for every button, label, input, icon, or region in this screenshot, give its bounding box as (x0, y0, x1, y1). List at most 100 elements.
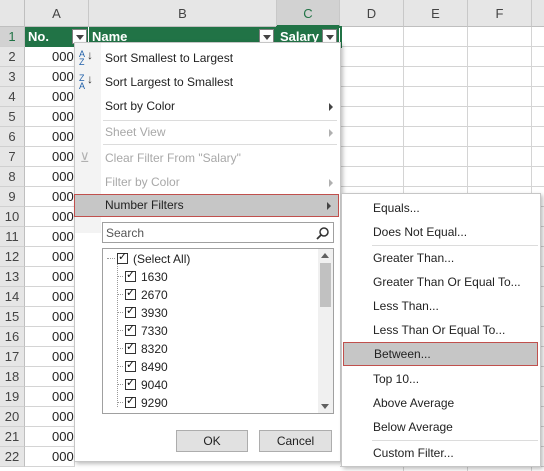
list-item[interactable]: 8320 (117, 340, 307, 358)
cell-a[interactable]: 000 (25, 287, 75, 307)
submenu-item-equals[interactable]: Equals... (342, 196, 540, 220)
row-header[interactable]: 13 (0, 267, 25, 287)
submenu-item-custom-filter[interactable]: Custom Filter... (342, 441, 540, 465)
cell-a[interactable]: 000 (25, 87, 75, 107)
submenu-item-above-average[interactable]: Above Average (342, 391, 540, 415)
submenu-item-label: Custom Filter... (373, 446, 454, 460)
cell-a[interactable]: 000 (25, 387, 75, 407)
submenu-item-less-equal[interactable]: Less Than Or Equal To... (342, 318, 540, 342)
checkbox[interactable] (125, 304, 136, 318)
column-header-b[interactable]: B (89, 0, 277, 27)
sort-ascending-item[interactable]: A Z ↓ Sort Smallest to Largest (75, 46, 340, 70)
row-header[interactable]: 4 (0, 87, 25, 107)
tree-connector (117, 312, 123, 313)
cell-a[interactable]: 000 (25, 347, 75, 367)
row-header[interactable]: 8 (0, 167, 25, 187)
column-header-c[interactable]: C (277, 0, 340, 27)
search-input[interactable]: Search (106, 226, 144, 240)
cell-a[interactable]: 000 (25, 47, 75, 67)
list-item[interactable]: 2670 (117, 286, 307, 304)
row-header[interactable]: 3 (0, 67, 25, 87)
list-item[interactable]: 9040 (117, 376, 307, 394)
submenu-item-less-than[interactable]: Less Than... (342, 294, 540, 318)
cell-a[interactable]: 000 (25, 447, 75, 467)
list-item[interactable]: 8490 (117, 358, 307, 376)
list-item[interactable]: 3930 (117, 304, 307, 322)
sheet-view-item: Sheet View (75, 120, 340, 144)
scroll-up-icon[interactable] (321, 253, 329, 258)
cell-a[interactable]: 000 (25, 367, 75, 387)
cell-a[interactable]: 000 (25, 427, 75, 447)
submenu-item-label: Less Than Or Equal To... (373, 323, 506, 337)
row-header[interactable]: 14 (0, 287, 25, 307)
row-header[interactable]: 5 (0, 107, 25, 127)
row-header[interactable]: 18 (0, 367, 25, 387)
search-box[interactable]: Search (102, 222, 334, 243)
checkbox[interactable] (125, 376, 136, 390)
header-no-label: No. (28, 29, 49, 44)
cell-a[interactable]: 000 (25, 67, 75, 87)
submenu-item-below-average[interactable]: Below Average (342, 415, 540, 439)
cell-a[interactable]: 000 (25, 247, 75, 267)
list-item[interactable]: 1630 (117, 268, 307, 286)
cell-a[interactable]: 000 (25, 307, 75, 327)
list-item-select-all[interactable]: (Select All) (107, 250, 307, 268)
row-header[interactable]: 19 (0, 387, 25, 407)
submenu-item-label: Less Than... (373, 299, 439, 313)
select-all-corner[interactable] (0, 0, 25, 27)
row-header[interactable]: 9 (0, 187, 25, 207)
row-header[interactable]: 16 (0, 327, 25, 347)
list-item[interactable]: 9290 (117, 394, 307, 412)
number-filters-item[interactable]: Number Filters (74, 194, 339, 217)
row-header[interactable]: 15 (0, 307, 25, 327)
cell-a[interactable]: 000 (25, 107, 75, 127)
row-header[interactable]: 2 (0, 47, 25, 67)
column-header-a[interactable]: A (25, 0, 89, 27)
row-header[interactable]: 22 (0, 447, 25, 467)
list-item-label: (Select All) (133, 252, 191, 266)
checkbox[interactable] (125, 394, 136, 408)
row-header[interactable]: 1 (0, 27, 25, 47)
row-header[interactable]: 10 (0, 207, 25, 227)
row-header[interactable]: 20 (0, 407, 25, 427)
scroll-thumb[interactable] (320, 263, 331, 307)
cell-a[interactable]: 000 (25, 407, 75, 427)
column-header-g[interactable] (532, 0, 544, 27)
cell-a[interactable]: 000 (25, 167, 75, 187)
checkbox[interactable] (125, 358, 136, 372)
scroll-down-icon[interactable] (321, 404, 329, 409)
checkbox[interactable] (125, 340, 136, 354)
checkbox[interactable] (117, 250, 128, 264)
row-header[interactable]: 6 (0, 127, 25, 147)
list-item[interactable]: 7330 (117, 322, 307, 340)
ok-button[interactable]: OK (176, 430, 248, 452)
submenu-item-not-equal[interactable]: Does Not Equal... (342, 220, 540, 244)
column-header-f[interactable]: F (468, 0, 532, 27)
cell-a[interactable]: 000 (25, 187, 75, 207)
row-header[interactable]: 12 (0, 247, 25, 267)
column-header-d[interactable]: D (340, 0, 404, 27)
cancel-button[interactable]: Cancel (259, 430, 332, 452)
checkbox[interactable] (125, 322, 136, 336)
cell-a[interactable]: 000 (25, 127, 75, 147)
sort-descending-item[interactable]: Z A ↓ Sort Largest to Smallest (75, 70, 340, 94)
submenu-item-greater-than[interactable]: Greater Than... (342, 246, 540, 270)
row-header[interactable]: 17 (0, 347, 25, 367)
cell-a[interactable]: 000 (25, 267, 75, 287)
cell-a[interactable]: 000 (25, 227, 75, 247)
checkbox[interactable] (125, 268, 136, 282)
cell-a[interactable]: 000 (25, 327, 75, 347)
list-scrollbar[interactable] (318, 249, 333, 413)
submenu-item-between[interactable]: Between... (343, 342, 538, 366)
cell-a[interactable]: 000 (25, 147, 75, 167)
row-header[interactable]: 21 (0, 427, 25, 447)
row-header[interactable]: 7 (0, 147, 25, 167)
submenu-item-top-10[interactable]: Top 10... (342, 367, 540, 391)
checkbox[interactable] (125, 286, 136, 300)
row-header[interactable]: 11 (0, 227, 25, 247)
sort-by-color-item[interactable]: Sort by Color (75, 94, 340, 118)
cell-a[interactable]: 000 (25, 207, 75, 227)
submenu-item-greater-equal[interactable]: Greater Than Or Equal To... (342, 270, 540, 294)
column-header-e[interactable]: E (404, 0, 468, 27)
list-item-label: 9040 (141, 378, 168, 392)
